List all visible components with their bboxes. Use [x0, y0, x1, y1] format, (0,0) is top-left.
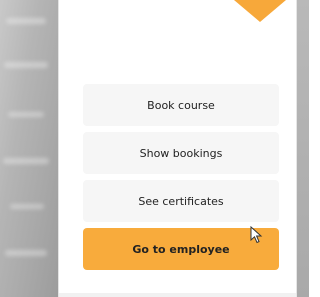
mouse-pointer-icon: [250, 226, 263, 244]
background-overlay-right: [297, 0, 309, 297]
dropdown-pointer-icon: [234, 0, 286, 22]
panel-bottom-divider: [59, 293, 296, 297]
background-overlay-left: [0, 0, 58, 297]
show-bookings-button[interactable]: Show bookings: [83, 132, 279, 174]
see-certificates-button[interactable]: See certificates: [83, 180, 279, 222]
book-course-button[interactable]: Book course: [83, 84, 279, 126]
